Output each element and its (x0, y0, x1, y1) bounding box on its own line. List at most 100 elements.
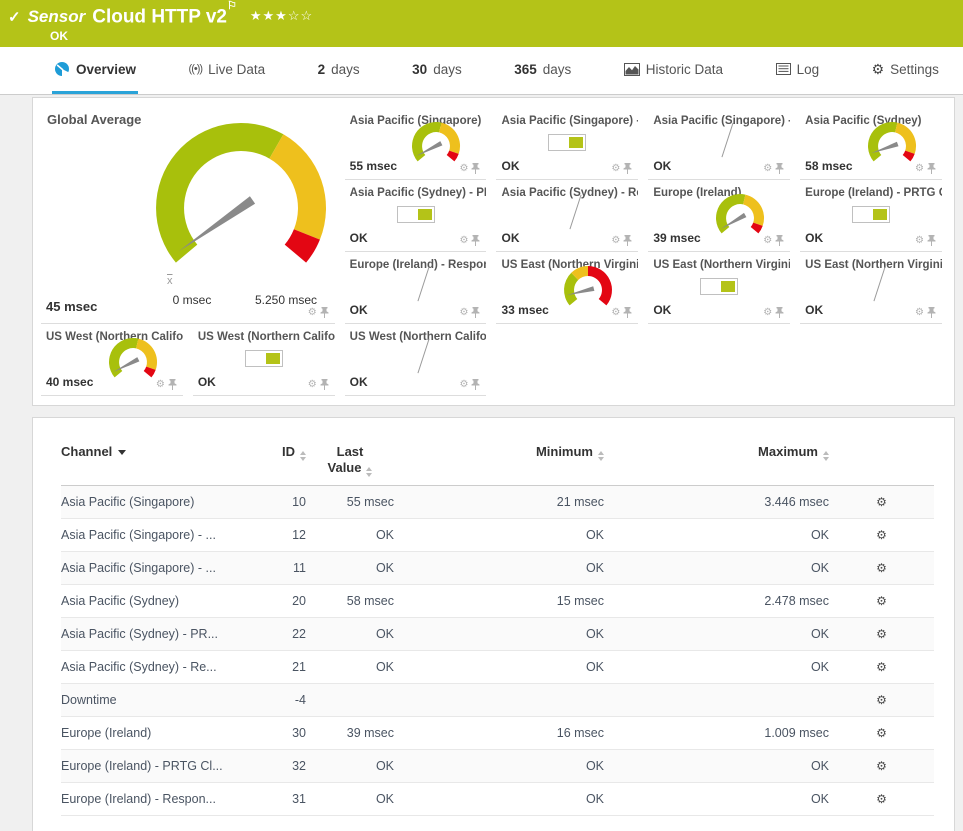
channel-tile-title: Europe (Ireland) - Response C... (349, 259, 487, 271)
table-row: Asia Pacific (Singapore) - ... 11 OK OK OK ⚙ (61, 552, 934, 586)
priority-stars[interactable]: ★★★☆☆ (250, 8, 313, 24)
pin-icon[interactable] (775, 235, 784, 246)
gear-icon[interactable]: ⚙ (915, 307, 924, 318)
gear-icon[interactable]: ⚙ (156, 379, 165, 390)
channel-tile[interactable]: Europe (Ireland) - Response C... OK ⚙ (344, 252, 487, 324)
pin-icon[interactable] (471, 379, 480, 390)
gear-icon[interactable]: ⚙ (763, 235, 772, 246)
channel-settings-icon[interactable]: ⚙ (876, 693, 887, 707)
channel-last-value: OK (501, 159, 520, 173)
channel-tile[interactable]: Asia Pacific (Singapore) 55 msec ⚙ (344, 108, 487, 180)
col-header-last-value[interactable]: Last Value (320, 444, 380, 478)
pin-icon[interactable] (927, 307, 936, 318)
channel-settings-icon[interactable]: ⚙ (876, 627, 887, 641)
channel-tile[interactable]: Asia Pacific (Sydney) - Respo... OK ⚙ (496, 180, 639, 252)
channel-settings-icon[interactable]: ⚙ (876, 726, 887, 740)
gear-icon[interactable]: ⚙ (915, 235, 924, 246)
channel-settings-icon[interactable]: ⚙ (876, 759, 887, 773)
channel-tile[interactable]: Asia Pacific (Sydney) 58 msec ⚙ (800, 108, 942, 180)
gear-icon[interactable]: ⚙ (611, 163, 620, 174)
channel-tile[interactable]: Asia Pacific (Sydney) - PRTG ... OK ⚙ (344, 180, 487, 252)
pin-icon[interactable] (623, 307, 632, 318)
channel-settings-icon[interactable]: ⚙ (876, 660, 887, 674)
channel-tile[interactable]: US East (Northern Virginia) - ... OK ⚙ (800, 252, 942, 324)
table-row: Asia Pacific (Sydney) - PR... 22 OK OK OK ⚙ (61, 618, 934, 652)
channel-last-value: OK (349, 303, 368, 317)
tab-live-data[interactable]: ((•)) Live Data (187, 47, 268, 94)
tab-365-days-unit: days (542, 61, 572, 77)
channel-switch-indicator (548, 134, 587, 151)
channel-tile[interactable]: US West (Northern California)40 msec⚙ (41, 324, 183, 396)
gear-icon[interactable]: ⚙ (611, 235, 620, 246)
pin-icon[interactable] (320, 379, 329, 390)
cell-id: 21 (292, 660, 306, 675)
pin-icon[interactable] (623, 163, 632, 174)
flag-icon[interactable]: ⚐ (227, 0, 237, 12)
pin-icon[interactable] (168, 379, 177, 390)
tab-historic-data[interactable]: Historic Data (622, 47, 725, 94)
page-right-gutter (955, 96, 963, 831)
channel-settings-icon[interactable]: ⚙ (876, 528, 887, 542)
cell-maximum: 2.478 msec (764, 594, 829, 609)
channel-tile[interactable]: US West (Northern California)... OK ⚙ (344, 324, 487, 396)
col-header-maximum[interactable]: Maximum (604, 444, 829, 461)
pin-icon[interactable] (775, 163, 784, 174)
pin-icon[interactable] (471, 235, 480, 246)
pin-icon[interactable] (623, 235, 632, 246)
channel-switch-indicator (852, 206, 891, 223)
channel-settings-icon[interactable]: ⚙ (876, 495, 887, 509)
pin-icon[interactable] (927, 235, 936, 246)
channel-tile-title: US East (Northern Virginia) - ... (805, 259, 942, 271)
gear-icon[interactable]: ⚙ (763, 307, 772, 318)
cell-last-value: OK (375, 528, 394, 543)
channel-tile[interactable]: US East (Northern Virginia) - ... OK ⚙ (648, 252, 791, 324)
table-row: Asia Pacific (Singapore) - ... 12 OK OK OK ⚙ (61, 519, 934, 553)
tab-log[interactable]: Log (774, 47, 822, 94)
gear-icon[interactable]: ⚙ (611, 307, 620, 318)
pin-icon[interactable] (320, 307, 329, 318)
gauge-scale-min: 0 msec (172, 293, 212, 307)
historic-chart-icon (623, 62, 640, 76)
channel-last-value: OK (805, 231, 824, 245)
pin-icon[interactable] (471, 163, 480, 174)
channel-last-value: OK (349, 375, 368, 389)
gear-icon[interactable]: ⚙ (308, 307, 317, 318)
channel-settings-icon[interactable]: ⚙ (876, 594, 887, 608)
tab-365-days[interactable]: 365 days (512, 47, 573, 94)
tab-30-days[interactable]: 30 days (410, 47, 464, 94)
col-header-minimum[interactable]: Minimum (394, 444, 604, 461)
col-header-channel[interactable]: Channel (61, 444, 246, 459)
col-header-id[interactable]: ID (246, 444, 306, 461)
gear-icon[interactable]: ⚙ (460, 163, 469, 174)
pin-icon[interactable] (927, 163, 936, 174)
gear-icon[interactable]: ⚙ (308, 379, 317, 390)
channel-needle-indicator (569, 194, 582, 230)
channel-last-value: 33 msec (501, 303, 549, 317)
tab-30-days-unit: days (433, 61, 462, 77)
tab-overview[interactable]: Overview (52, 47, 139, 94)
gear-icon[interactable]: ⚙ (763, 163, 772, 174)
cell-channel: Europe (Ireland) - PRTG Cl... (61, 759, 223, 774)
channel-tile[interactable]: Europe (Ireland) - PRTG Cloud... OK ⚙ (800, 180, 942, 252)
channel-settings-icon[interactable]: ⚙ (876, 561, 887, 575)
gear-icon[interactable]: ⚙ (460, 379, 469, 390)
pin-icon[interactable] (471, 307, 480, 318)
channel-tile-title: Europe (Ireland) - PRTG Cloud... (805, 187, 942, 199)
global-average-tile[interactable]: Global Average x 0 msec 5.250 msec 45 ms… (41, 108, 335, 324)
channel-tile[interactable]: Asia Pacific (Singapore) - Res... OK ⚙ (648, 108, 791, 180)
gear-icon[interactable]: ⚙ (460, 235, 469, 246)
cell-maximum: OK (810, 561, 829, 576)
channel-tile[interactable]: Europe (Ireland) 39 msec ⚙ (648, 180, 791, 252)
channel-last-value: OK (653, 303, 672, 317)
gear-icon[interactable]: ⚙ (915, 163, 924, 174)
channel-tile[interactable]: US East (Northern Virginia) 33 msec ⚙ (496, 252, 639, 324)
cell-last-value: 55 msec (346, 495, 394, 510)
pin-icon[interactable] (775, 307, 784, 318)
channel-tile[interactable]: US West (Northern California)... OK ⚙ (192, 324, 335, 396)
gear-icon[interactable]: ⚙ (460, 307, 469, 318)
channel-tile[interactable]: Asia Pacific (Singapore) - PR... OK ⚙ (496, 108, 639, 180)
tab-2-days[interactable]: 2 days (316, 47, 362, 94)
cell-channel: Asia Pacific (Singapore) - ... (61, 561, 216, 576)
channel-settings-icon[interactable]: ⚙ (876, 792, 887, 806)
tab-settings[interactable]: ⚙ Settings (870, 47, 941, 94)
